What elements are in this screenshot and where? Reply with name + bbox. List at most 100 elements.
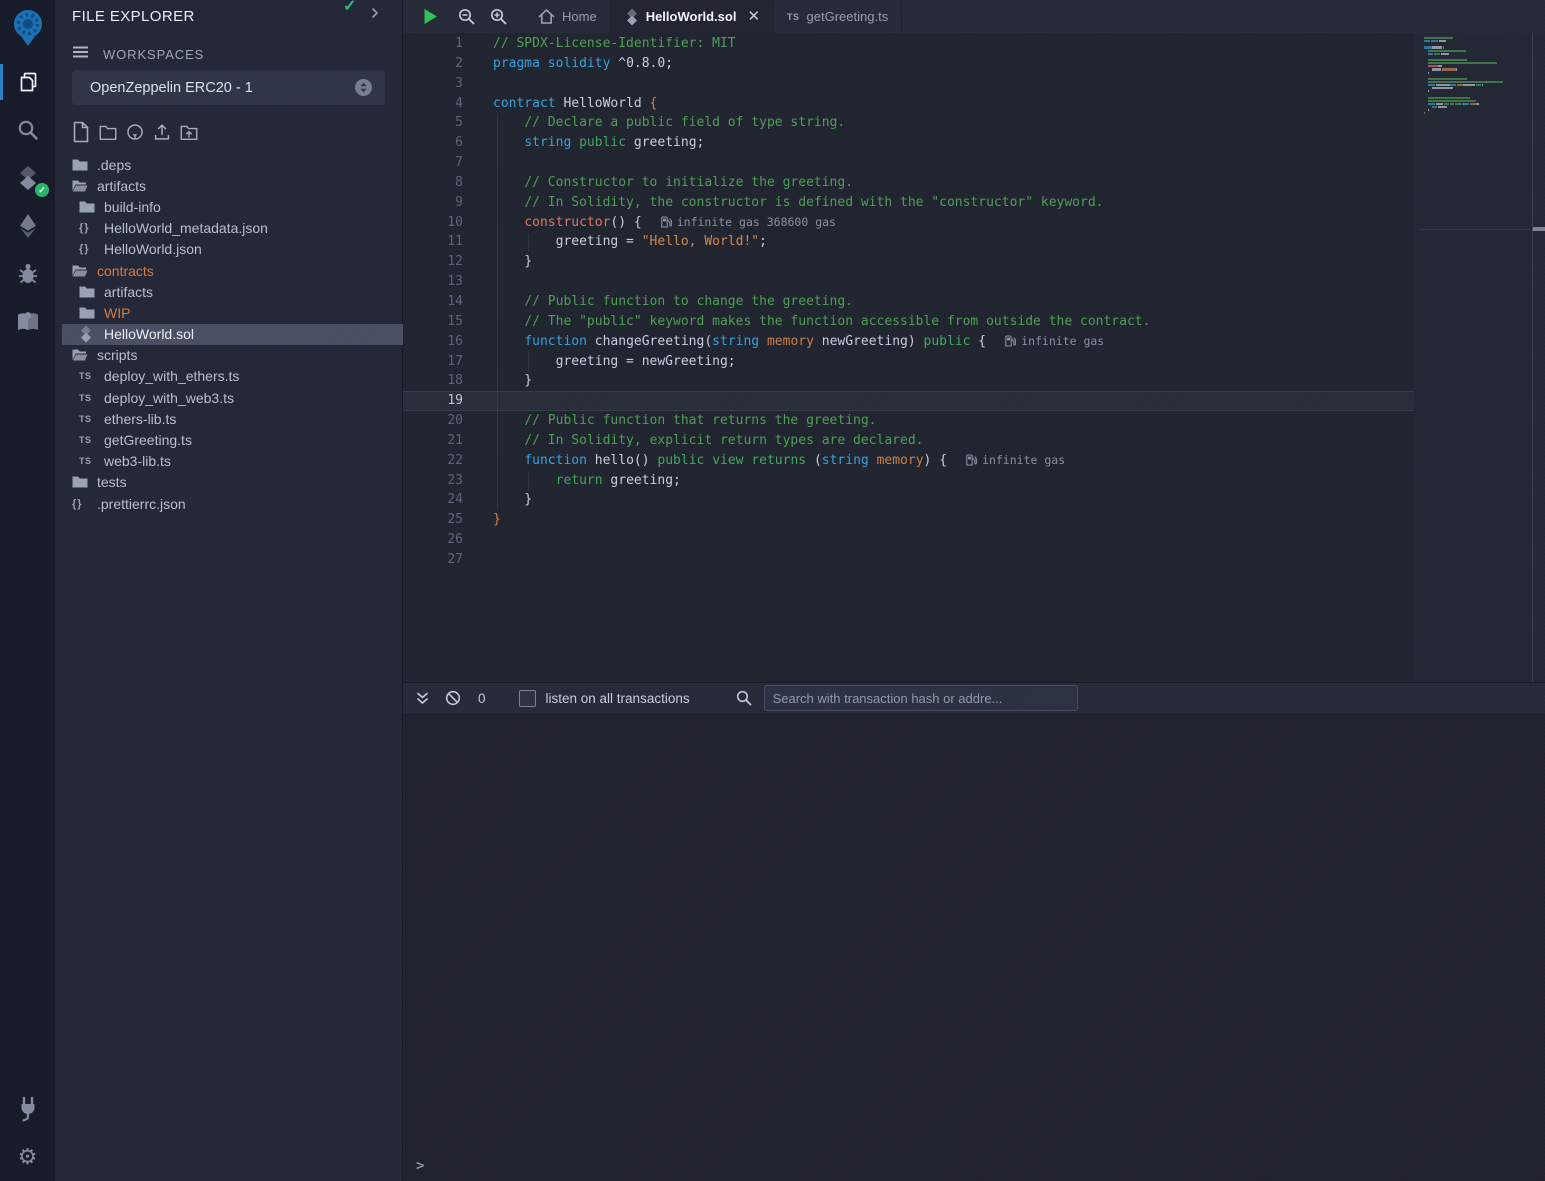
editor-zoom-in-button[interactable] [490, 8, 507, 25]
sidebar-item-remix-logo[interactable] [0, 0, 55, 54]
code-line-3[interactable] [493, 74, 1150, 94]
editor-zoom-out-button[interactable] [458, 8, 475, 25]
file-tree-item-WIP[interactable]: WIP [55, 302, 403, 323]
file-name: .deps [97, 157, 131, 173]
code-line-12[interactable]: } [493, 252, 1150, 272]
file-name: getGreeting.ts [104, 432, 192, 448]
activity-bar-top: ✓ [0, 0, 55, 346]
file-name: contracts [97, 263, 154, 279]
file-explorer-icon [16, 70, 40, 94]
code-line-2[interactable]: pragma solidity ^0.8.0; [493, 54, 1150, 74]
file-name: artifacts [104, 284, 153, 300]
file-tree-item-.deps[interactable]: .deps [55, 154, 403, 175]
sidebar-item-solidity-compiler[interactable]: ✓ [0, 154, 55, 202]
code-line-5[interactable]: // Declare a public field of type string… [493, 113, 1150, 133]
collapse-panel-chevron-icon[interactable] [369, 7, 381, 19]
sidebar-item-file-explorer[interactable] [0, 58, 55, 106]
folder-icon [79, 200, 95, 214]
code-line-15[interactable]: // The "public" keyword makes the functi… [493, 312, 1150, 332]
code-content[interactable]: // SPDX-License-Identifier: MITpragma so… [493, 34, 1150, 570]
code-line-25[interactable]: } [493, 510, 1150, 530]
code-line-21[interactable]: // In Solidity, explicit return types ar… [493, 431, 1150, 451]
workspace-stepper-icon[interactable] [354, 78, 373, 97]
code-line-7[interactable] [493, 153, 1150, 173]
explorer-toolbar [72, 121, 198, 143]
compiled-ok-badge: ✓ [35, 183, 49, 197]
upload-folder-button[interactable] [180, 121, 198, 143]
workspaces-label: WORKSPACES [103, 47, 204, 62]
file-tree-item-contracts[interactable]: contracts [55, 260, 403, 281]
code-line-26[interactable] [493, 530, 1150, 550]
terminal-output[interactable]: > [403, 713, 1545, 1181]
file-tree-item-scripts[interactable]: scripts [55, 345, 403, 366]
overview-ruler-line [1418, 229, 1533, 230]
file-tree-item-deploy_with_ethers.ts[interactable]: TSdeploy_with_ethers.ts [55, 366, 403, 387]
code-line-27[interactable] [493, 550, 1150, 570]
github-clone-button[interactable] [126, 121, 144, 143]
sidebar-item-search[interactable] [0, 106, 55, 154]
file-tree-item-tests[interactable]: tests [55, 472, 403, 493]
workspaces-menu-icon[interactable] [72, 45, 89, 59]
code-line-9[interactable]: // In Solidity, the constructor is defin… [493, 193, 1150, 213]
code-line-23[interactable]: return greeting; [493, 471, 1150, 491]
file-tree-item-ethers-lib.ts[interactable]: TSethers-lib.ts [55, 408, 403, 429]
listen-transactions-checkbox[interactable] [519, 690, 536, 707]
code-line-4[interactable]: contract HelloWorld { [493, 94, 1150, 114]
gas-estimate-ghost: infinite gas 368600 gas [660, 215, 836, 229]
sidebar-item-deploy-run[interactable] [0, 202, 55, 250]
new-file-button[interactable] [72, 121, 90, 143]
code-line-6[interactable]: string public greeting; [493, 133, 1150, 153]
sidebar-item-debugger[interactable] [0, 250, 55, 298]
listen-transactions-label: listen on all transactions [546, 691, 690, 706]
code-editor[interactable]: 1234567891011121314151617181920212223242… [403, 33, 1545, 682]
tab-HelloWorld.sol[interactable]: HelloWorld.sol✕ [611, 0, 774, 33]
workspace-select[interactable]: OpenZeppelin ERC20 - 1 [72, 70, 385, 105]
code-line-24[interactable]: } [493, 490, 1150, 510]
upload-file-button[interactable] [153, 121, 171, 143]
code-line-22[interactable]: function hello() public view returns (st… [493, 451, 1150, 471]
tab-getGreeting.ts[interactable]: TSgetGreeting.ts [774, 0, 902, 33]
file-tree-item-build-info[interactable]: build-info [55, 196, 403, 217]
sidebar-item-settings-gear[interactable]: ⚙ [0, 1133, 55, 1181]
code-line-13[interactable] [493, 272, 1150, 292]
file-tree-item-deploy_with_web3.ts[interactable]: TSdeploy_with_web3.ts [55, 387, 403, 408]
folder-icon [72, 158, 88, 172]
code-line-18[interactable]: } [493, 371, 1150, 391]
scrollbar-marker[interactable] [1533, 227, 1545, 231]
code-line-19[interactable] [493, 391, 1150, 411]
code-line-20[interactable]: // Public function that returns the gree… [493, 411, 1150, 431]
code-line-16[interactable]: function changeGreeting(string memory ne… [493, 332, 1150, 352]
line-number-gutter: 1234567891011121314151617181920212223242… [403, 34, 463, 570]
clear-console-ban-icon[interactable] [445, 690, 461, 706]
sidebar-item-plug[interactable] [0, 1085, 55, 1133]
file-explorer-panel: FILE EXPLORER ✓ WORKSPACES OpenZeppelin … [55, 0, 403, 1181]
file-tree-item-web3-lib.ts[interactable]: TSweb3-lib.ts [55, 451, 403, 472]
new-folder-button[interactable] [99, 121, 117, 143]
run-script-play-button[interactable] [423, 8, 438, 25]
solidity-file-icon [79, 325, 95, 343]
book-icon [15, 311, 41, 333]
code-line-17[interactable]: greeting = newGreeting; [493, 352, 1150, 372]
minimap[interactable] [1424, 37, 1516, 122]
transaction-search-input[interactable] [764, 685, 1078, 711]
file-tree-item-getGreeting.ts[interactable]: TSgetGreeting.ts [55, 429, 403, 450]
code-line-11[interactable]: greeting = "Hello, World!"; [493, 232, 1150, 252]
file-name: tests [97, 474, 127, 490]
terminal-collapse-icon[interactable] [415, 691, 430, 706]
file-tree-item-HelloWorld.json[interactable]: { }HelloWorld.json [55, 239, 403, 260]
file-name: HelloWorld.json [104, 241, 202, 257]
code-line-8[interactable]: // Constructor to initialize the greetin… [493, 173, 1150, 193]
code-line-10[interactable]: constructor() {infinite gas 368600 gas [493, 213, 1150, 233]
panel-title: FILE EXPLORER [72, 8, 195, 25]
sidebar-item-book[interactable] [0, 298, 55, 346]
file-tree-item-artifacts[interactable]: artifacts [55, 175, 403, 196]
folder-open-icon [72, 348, 88, 362]
folder-open-icon [72, 264, 88, 278]
file-tree-item-HelloWorld.sol[interactable]: HelloWorld.sol [62, 324, 403, 345]
code-line-1[interactable]: // SPDX-License-Identifier: MIT [493, 34, 1150, 54]
file-tree-item-HelloWorld_metadata.json[interactable]: { }HelloWorld_metadata.json [55, 218, 403, 239]
code-line-14[interactable]: // Public function to change the greetin… [493, 292, 1150, 312]
file-tree-item-.prettierrc.json[interactable]: { }.prettierrc.json [55, 493, 403, 514]
tab-Home[interactable]: Home [525, 0, 611, 33]
file-tree-item-artifacts[interactable]: artifacts [55, 281, 403, 302]
